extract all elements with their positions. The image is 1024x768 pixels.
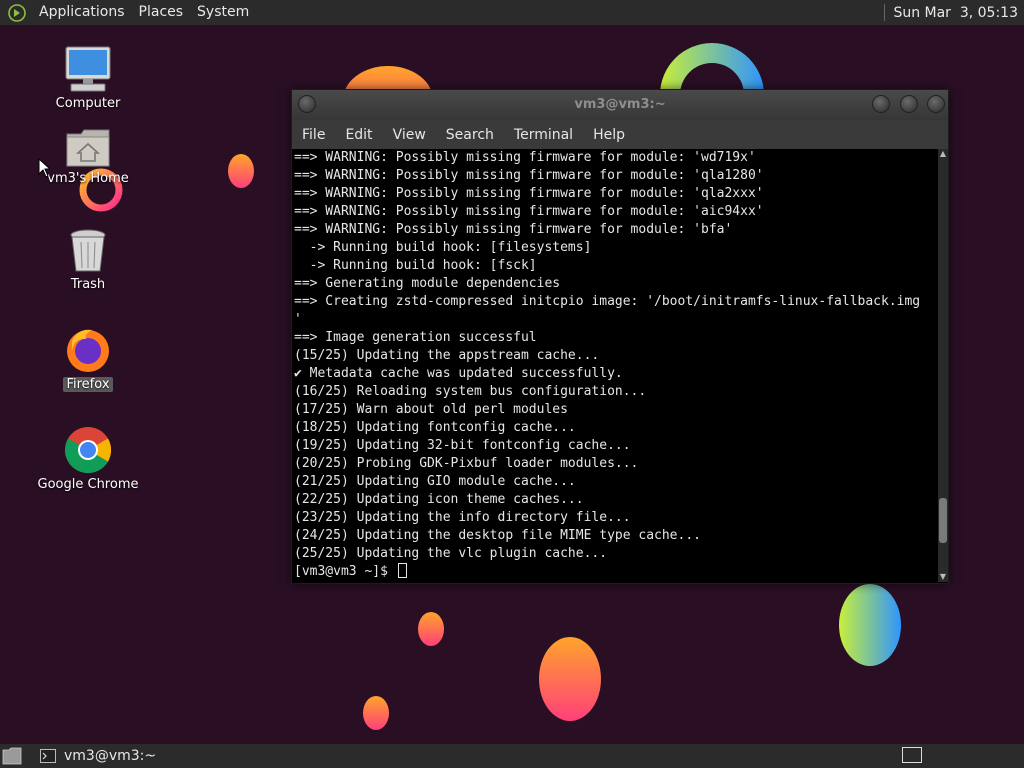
computer-icon [65,46,111,92]
terminal-menubar: File Edit View Search Terminal Help [292,120,948,149]
terminal-line: ==> WARNING: Possibly missing firmware f… [294,222,733,237]
terminal-line: (25/25) Updating the vlc plugin cache... [294,546,608,561]
menu-help[interactable]: Help [583,127,635,143]
terminal-line: ==> Image generation successful [294,330,537,345]
minimize-button[interactable] [872,95,890,113]
desktop-icon-label: Firefox [63,377,113,392]
terminal-line: ==> WARNING: Possibly missing firmware f… [294,168,764,183]
terminal-output[interactable]: ==> WARNING: Possibly missing firmware f… [294,149,938,582]
menu-edit[interactable]: Edit [335,127,382,143]
chrome-icon [65,427,112,474]
bottom-panel: vm3@vm3:~ [0,744,1024,768]
desktop-icon-firefox[interactable]: Firefox [28,326,148,392]
terminal-line: (21/25) Updating GIO module cache... [294,474,576,489]
distro-logo-icon[interactable] [8,3,26,22]
desktop-icon-computer[interactable]: Computer [28,45,148,111]
menu-terminal[interactable]: Terminal [504,127,583,143]
terminal-line: -> Running build hook: [fsck] [294,258,537,273]
terminal-line: ==> WARNING: Possibly missing firmware f… [294,150,756,165]
menu-applications[interactable]: Applications [32,0,132,25]
terminal-line: (17/25) Warn about old perl modules [294,402,568,417]
terminal-line: (19/25) Updating 32-bit fontconfig cache… [294,438,631,453]
terminal-window[interactable]: vm3@vm3:~ File Edit View Search Terminal… [291,89,949,584]
terminal-scrollbar[interactable]: ▲ ▼ [938,149,948,582]
terminal-line: ==> Generating module dependencies [294,276,561,291]
trash-icon [70,229,106,272]
show-desktop-icon[interactable] [2,747,22,765]
firefox-icon [67,329,109,372]
desktop-icon-label: Google Chrome [37,477,139,492]
terminal-prompt-line[interactable]: [vm3@vm3 ~]$ [294,563,938,581]
terminal-line: (16/25) Reloading system bus configurati… [294,384,647,399]
terminal-line: ==> Creating zstd-compressed initcpio im… [294,294,921,309]
taskbar-label: vm3@vm3:~ [64,748,157,764]
scrollbar-thumb[interactable] [939,497,947,543]
window-titlebar[interactable]: vm3@vm3:~ [292,90,948,120]
terminal-line: (23/25) Updating the info directory file… [294,510,631,525]
desktop-icon-label: Trash [70,277,106,292]
terminal-icon [40,749,56,763]
mouse-pointer-icon [38,158,50,178]
shell-prompt: [vm3@vm3 ~]$ [294,564,396,579]
maximize-button[interactable] [900,95,918,113]
text-cursor [397,563,407,578]
terminal-line: (18/25) Updating fontconfig cache... [294,420,576,435]
terminal-line: ✔ Metadata cache was updated successfull… [294,366,623,381]
desktop-icon-label: vm3's Home [47,171,129,186]
terminal-line: ==> WARNING: Possibly missing firmware f… [294,204,764,219]
terminal-line: ==> WARNING: Possibly missing firmware f… [294,186,764,201]
terminal-line: (20/25) Probing GDK-Pixbuf loader module… [294,456,639,471]
scroll-up-arrow-icon[interactable]: ▲ [938,149,948,159]
desktop-icon-google-chrome[interactable]: Google Chrome [28,426,148,492]
panel-separator [884,4,886,21]
terminal-line: ' [294,312,302,327]
menu-view[interactable]: View [383,127,436,143]
terminal-line: -> Running build hook: [filesystems] [294,240,592,255]
close-button[interactable] [927,95,945,113]
window-title: vm3@vm3:~ [574,97,666,112]
home-folder-icon [66,129,110,167]
taskbar-terminal-button[interactable]: vm3@vm3:~ [34,745,162,767]
menu-system[interactable]: System [190,0,256,25]
terminal-lines: ==> WARNING: Possibly missing firmware f… [294,149,938,563]
scroll-down-arrow-icon[interactable]: ▼ [938,572,948,582]
clock[interactable]: Sun Mar 3, 05:13 [893,5,1024,21]
menu-search[interactable]: Search [436,127,504,143]
clock-area: Sun Mar 3, 05:13 [884,0,1024,25]
terminal-line: (22/25) Updating icon theme caches... [294,492,584,507]
menu-places[interactable]: Places [132,0,191,25]
terminal-line: (24/25) Updating the desktop file MIME t… [294,528,701,543]
menu-file[interactable]: File [292,127,335,143]
desktop-icon-label: Computer [55,96,121,111]
desktop-icon-trash[interactable]: Trash [28,228,148,292]
terminal-line: (15/25) Updating the appstream cache... [294,348,600,363]
workspace-switcher[interactable] [902,747,922,763]
top-panel: Applications Places System Sun Mar 3, 05… [0,0,1024,25]
